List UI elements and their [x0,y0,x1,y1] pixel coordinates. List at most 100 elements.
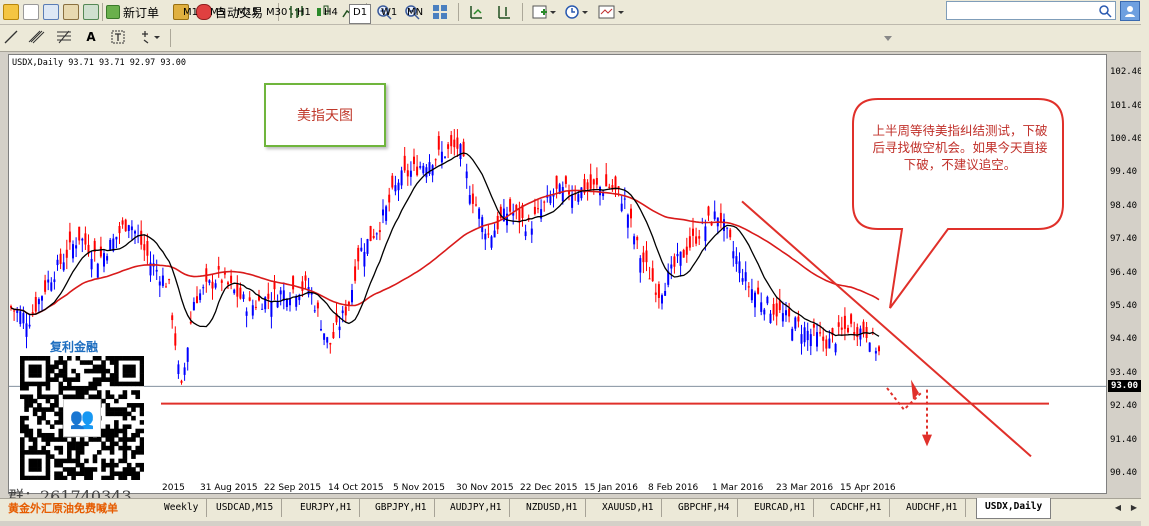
indicators-icon[interactable] [530,2,558,22]
qr-module [75,450,81,455]
terminal-icon[interactable] [82,2,100,22]
qr-module [37,407,42,412]
qr-module [114,398,119,404]
candle-body [533,206,536,214]
qr-module [131,475,136,481]
qr-module [58,458,64,464]
qr-module [84,471,89,477]
qr-module [118,411,123,417]
candle-body [645,250,648,263]
autoscroll-icon[interactable] [466,2,486,22]
qr-module [41,450,46,455]
chart-tab[interactable]: GBPCHF,H4 [670,499,739,517]
candle-body [775,303,778,317]
candle-body [676,253,679,257]
qr-module [58,385,64,391]
tab-scroll-right-icon[interactable]: ▶ [1128,502,1140,514]
chart-tab[interactable]: AUDCHF,H1 [898,499,967,517]
candle-body [642,252,645,263]
qr-module [109,437,115,442]
channel-tool-icon[interactable] [26,27,48,47]
text-tool-icon[interactable]: A [82,27,100,47]
timeframe-d1[interactable]: D1 [349,4,372,24]
chart-shift-icon[interactable] [494,2,514,22]
timeframe-mn[interactable]: MN [404,4,426,22]
chart-tab[interactable]: USDCAD,M15 [208,499,283,517]
folder-icon[interactable] [2,2,20,22]
qr-module [75,385,81,391]
chart-tab[interactable]: CADCHF,H1 [822,499,891,517]
navigator-icon[interactable] [62,2,80,22]
search-input[interactable] [946,1,1116,20]
qr-module [20,364,25,370]
account-icon[interactable] [1120,1,1140,21]
qr-module [114,432,119,438]
qr-module [62,377,68,382]
qr-module [32,467,38,472]
search-icon[interactable] [1096,1,1114,21]
qr-module [20,424,25,429]
chart-tab[interactable]: EURJPY,H1 [292,499,361,517]
x-tick-label: 15 Apr 2016 [840,483,896,493]
templates-icon[interactable] [596,2,626,22]
fibonacci-tool-icon[interactable] [54,27,76,47]
chart-tab[interactable]: Weekly [156,499,208,517]
line-tool-icon[interactable] [2,27,20,47]
chart-tab[interactable]: GBPJPY,H1 [367,499,436,517]
chart-menu-arrow-icon[interactable] [882,29,894,49]
new-order-button[interactable]: 新订单 [106,2,159,22]
qr-module [122,411,128,417]
qr-module [92,368,98,374]
tile-windows-icon[interactable] [430,2,450,22]
qr-module [67,454,72,459]
qr-module [67,467,72,472]
candle-body [65,249,68,258]
candle-body [571,194,574,208]
chart-tab[interactable]: XAUUSD,H1 [594,499,663,517]
chart-tab[interactable]: AUDJPY,H1 [442,499,511,517]
text-label-tool-icon[interactable] [108,27,128,47]
market-watch-icon[interactable] [42,2,60,22]
candle-body [475,204,477,206]
qr-module [126,445,132,451]
qr-module [118,475,123,481]
qr-module [131,407,136,412]
qr-module [20,450,25,455]
candle-body [772,303,775,315]
timeframe-w1[interactable]: W1 [378,4,400,22]
candle-body [530,228,533,235]
qr-module [71,437,76,442]
qr-module [88,381,93,387]
qr-module [67,458,72,464]
candle-body [279,290,282,295]
timeframe-m1[interactable]: M1 [180,4,201,22]
qr-module [109,450,115,455]
qr-module [118,471,123,477]
qr-module [126,364,132,370]
candle-body [509,199,512,212]
tab-scroll-left-icon[interactable]: ◀ [1112,502,1124,514]
qr-module [135,432,141,438]
candle-body [490,236,493,248]
timeframe-h1[interactable]: H1 [294,4,314,22]
qr-module [101,398,106,404]
qr-module [109,360,115,365]
timeframe-m30[interactable]: M30 [263,4,290,22]
timeframe-m15[interactable]: M15 [234,4,261,22]
chart-tab[interactable]: EURCAD,H1 [746,499,815,517]
timeframe-m5[interactable]: M5 [207,4,228,22]
chart-tab-active[interactable]: USDX,Daily [976,498,1052,519]
qr-module [37,394,42,400]
qr-module [122,368,128,374]
star-icon[interactable] [22,2,40,22]
candle-body [670,264,673,269]
periods-icon[interactable] [562,2,590,22]
arrows-tool-icon[interactable] [138,27,164,47]
qr-module [67,441,72,447]
chart-tab[interactable]: NZDUSD,H1 [518,499,587,517]
candle-body [41,296,43,301]
qr-module [139,441,145,447]
timeframe-h4[interactable]: H4 [321,4,341,22]
qr-module [114,360,119,365]
candle-body [713,211,716,220]
